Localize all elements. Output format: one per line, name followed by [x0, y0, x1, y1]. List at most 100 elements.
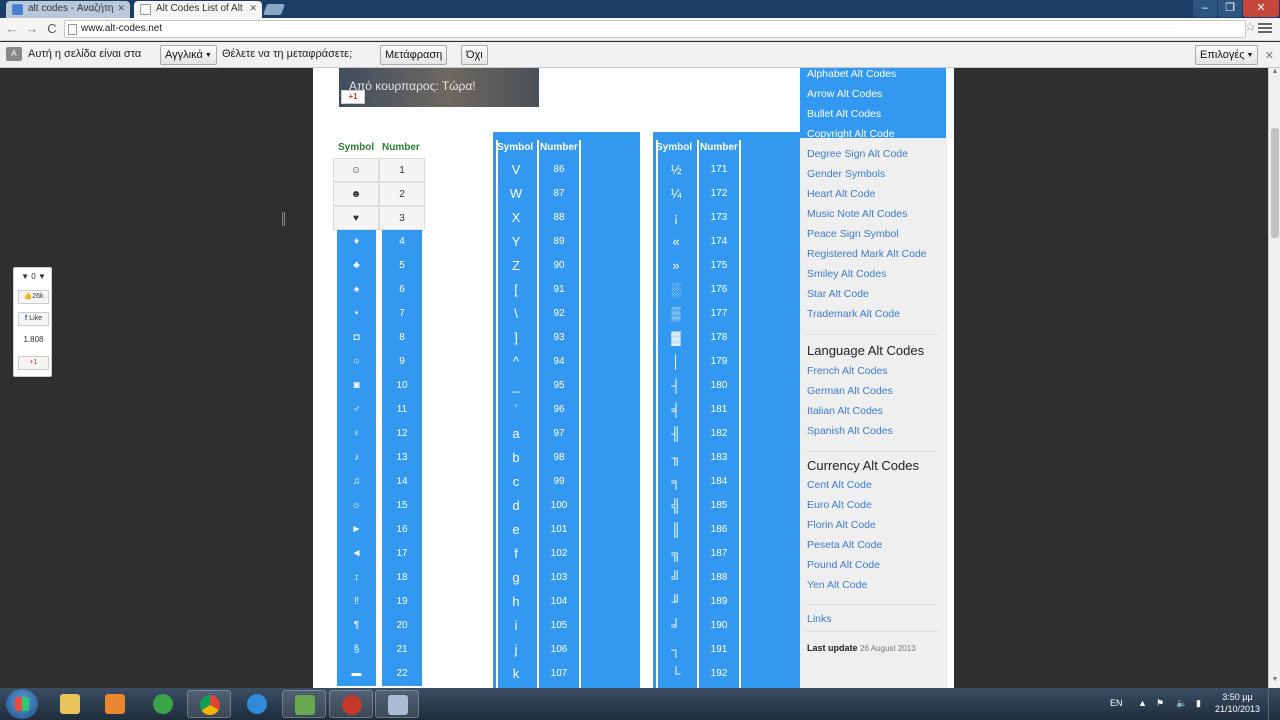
sidebar-link[interactable]: Bullet Alt Codes — [807, 108, 881, 120]
number-cell: 15 — [382, 494, 422, 518]
gplus-button[interactable]: +1 — [18, 356, 49, 370]
number-cell: 17 — [382, 542, 422, 566]
show-desktop-button[interactable] — [1268, 688, 1280, 720]
sidebar-link[interactable]: Italian Alt Codes — [807, 405, 883, 417]
sidebar-link[interactable]: French Alt Codes — [807, 365, 888, 377]
symbol-cell: ^ — [498, 350, 534, 374]
explorer-taskbar-icon[interactable] — [48, 690, 92, 718]
number-cell: 175 — [701, 254, 737, 278]
sidebar-link[interactable]: Smiley Alt Codes — [807, 268, 886, 280]
close-window-button[interactable]: ✕ — [1243, 0, 1279, 17]
number-cell: 103 — [541, 566, 577, 590]
table3-number-header: Number — [700, 142, 738, 153]
clock[interactable]: 3:50 μμ 21/10/2013 — [1215, 691, 1260, 715]
sidebar-divider — [806, 631, 938, 632]
tray-arrow-icon[interactable]: ▲ — [1138, 698, 1147, 708]
translate-infobar: A Αυτή η σελίδα είναι στα Αγγλικά ▼ Θέλετ… — [0, 42, 1280, 68]
language-select[interactable]: Αγγλικά ▼ — [160, 45, 217, 65]
symbol-cell: ◘ — [337, 326, 376, 350]
symbol-cell: ┤ — [658, 374, 694, 398]
number-cell: 10 — [382, 374, 422, 398]
symbol-cell: ♥ — [333, 206, 379, 230]
sidebar-link[interactable]: Peseta Alt Code — [807, 539, 882, 551]
no-button[interactable]: Όχι — [461, 45, 488, 65]
symbol-cell: ½ — [658, 158, 694, 182]
search-favicon-icon — [12, 4, 23, 15]
media-player-taskbar-icon[interactable] — [93, 690, 137, 718]
internet-explorer-taskbar-icon[interactable] — [235, 690, 279, 718]
reload-icon[interactable]: C — [44, 21, 60, 37]
symbol-cell: ╡ — [658, 398, 694, 422]
tab-title: Alt Codes List of Alt — [156, 3, 243, 14]
new-tab-button[interactable] — [262, 4, 286, 15]
last-update: Last update 26 August 2013 — [807, 643, 916, 653]
sidebar-link[interactable]: Cent Alt Code — [807, 479, 872, 491]
options-button[interactable]: Επιλογές ▼ — [1195, 45, 1259, 65]
sidebar-link[interactable]: Trademark Alt Code — [807, 308, 900, 320]
facebook-like-button[interactable]: f Like — [18, 312, 49, 326]
tab-alt-codes-list[interactable]: Alt Codes List of Alt ✕ — [134, 1, 262, 18]
sidebar-link[interactable]: Pound Alt Code — [807, 559, 880, 571]
sidebar-link[interactable]: German Alt Codes — [807, 385, 893, 397]
sidebar-link[interactable]: Alphabet Alt Codes — [807, 68, 896, 80]
sidebar-heading: Language Alt Codes — [807, 343, 925, 358]
number-cell: 95 — [541, 374, 577, 398]
volume-icon[interactable]: 🔈 — [1176, 698, 1187, 709]
infobar-close-icon[interactable]: ✕ — [1265, 49, 1274, 62]
scrollbar-thumb[interactable] — [1271, 128, 1279, 238]
sidebar-link[interactable]: Peace Sign Symbol — [807, 228, 899, 240]
sidebar-link[interactable]: Registered Mark Alt Code — [807, 248, 927, 260]
back-arrow-icon[interactable]: ← — [4, 21, 20, 37]
number-cell: 107 — [541, 662, 577, 686]
column-divider — [697, 140, 699, 688]
scroll-down-icon[interactable]: ▼ — [1269, 676, 1280, 688]
ad-image[interactable]: Από κουρπαρος: Τώρα! +1 — [339, 68, 539, 107]
translate-button[interactable]: Μετάφραση — [380, 45, 448, 65]
symbol-cell: ◙ — [337, 374, 376, 398]
symbol-cell: • — [337, 302, 376, 326]
sidebar-link[interactable]: Gender Symbols — [807, 168, 885, 180]
sidebar-link[interactable]: Arrow Alt Codes — [807, 88, 882, 100]
chrome-taskbar-icon[interactable] — [187, 690, 231, 718]
links-link[interactable]: Links — [807, 613, 832, 625]
thumbs-up-button[interactable]: 👍26k — [18, 290, 49, 304]
number-cell: 181 — [701, 398, 737, 422]
number-cell: 102 — [541, 542, 577, 566]
number-cell: 86 — [541, 158, 577, 182]
app-taskbar-icon[interactable] — [282, 690, 326, 718]
maximize-button[interactable]: ❐ — [1218, 0, 1242, 17]
symbol-cell: [ — [498, 278, 534, 302]
symbol-cell: ╛ — [658, 614, 694, 638]
number-cell: 100 — [541, 494, 577, 518]
recorder-taskbar-icon[interactable] — [329, 690, 373, 718]
language-indicator[interactable]: EN — [1110, 698, 1123, 708]
sidebar-link[interactable]: Copyright Alt Code — [807, 128, 895, 140]
vertical-scrollbar[interactable]: ▲ ▼ — [1268, 68, 1280, 688]
action-center-icon[interactable]: ⚑ — [1156, 698, 1164, 709]
tab-alt-codes-search[interactable]: alt codes - Αναζήτη ✕ — [6, 1, 130, 18]
scroll-up-icon[interactable]: ▲ — [1269, 68, 1280, 80]
sidebar-link[interactable]: Music Note Alt Codes — [807, 208, 907, 220]
network-icon[interactable]: ▮ — [1196, 698, 1201, 709]
start-button[interactable] — [6, 689, 38, 719]
sidebar-link[interactable]: Yen Alt Code — [807, 579, 867, 591]
symbol-cell: ♠ — [337, 278, 376, 302]
window-taskbar-icon[interactable] — [375, 690, 419, 718]
bookmark-star-icon[interactable]: ☆ — [1244, 19, 1256, 35]
tab-close-icon[interactable]: ✕ — [249, 3, 257, 14]
minimize-button[interactable]: – — [1193, 0, 1217, 17]
tab-close-icon[interactable]: ✕ — [117, 3, 125, 14]
sidebar-link[interactable]: Degree Sign Alt Code — [807, 148, 908, 160]
table1-symbol-header: Symbol — [338, 142, 375, 153]
chrome-menu-icon[interactable] — [1258, 21, 1272, 35]
sidebar-link[interactable]: Spanish Alt Codes — [807, 425, 893, 437]
gplus-badge[interactable]: +1 — [341, 90, 365, 104]
address-bar-input[interactable]: www.alt-codes.net — [64, 20, 1246, 38]
forward-arrow-icon[interactable]: → — [24, 21, 40, 37]
sidebar-link[interactable]: Heart Alt Code — [807, 188, 875, 200]
vote-row[interactable]: ▼ 0 ▼ — [18, 272, 49, 281]
utorrent-taskbar-icon[interactable] — [141, 690, 185, 718]
sidebar-link[interactable]: Star Alt Code — [807, 288, 869, 300]
sidebar-link[interactable]: Florin Alt Code — [807, 519, 876, 531]
sidebar-link[interactable]: Euro Alt Code — [807, 499, 872, 511]
